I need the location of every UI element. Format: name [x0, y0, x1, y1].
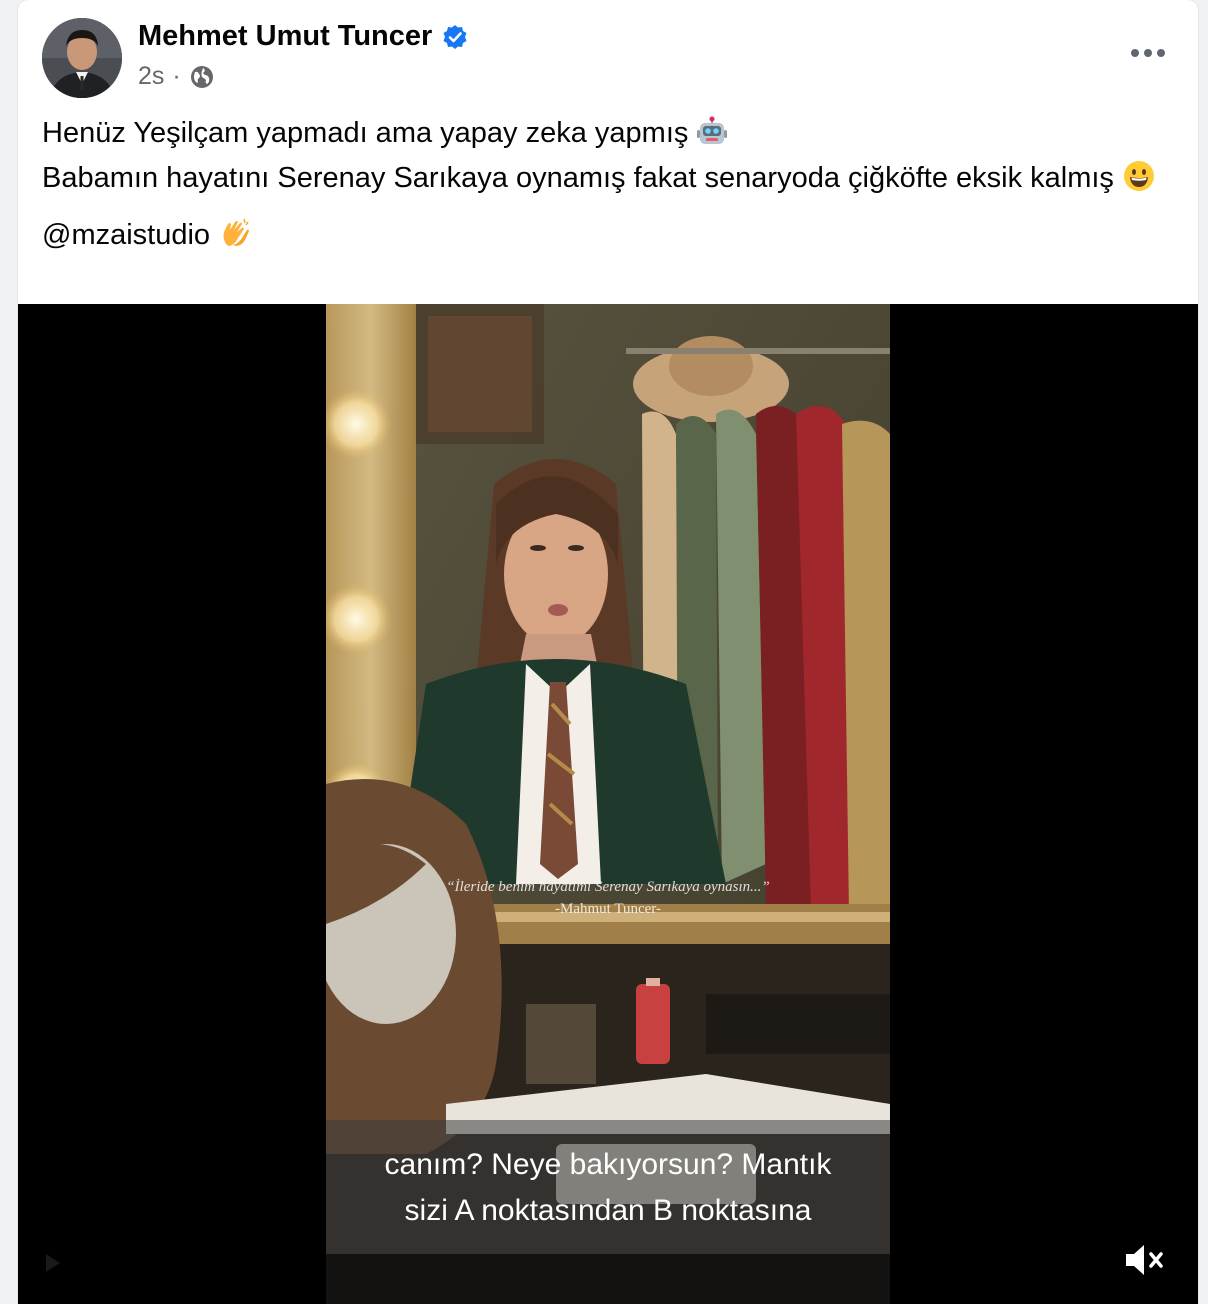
globe-icon[interactable] [189, 64, 215, 90]
author-avatar[interactable] [42, 18, 122, 98]
clapping-hands-emoji-icon [218, 216, 252, 261]
caption-line-1: canım? Neye bakıyorsun? Mantık [384, 1148, 832, 1181]
post-text-1: Henüz Yeşilçam yapmadı ama yapay zeka ya… [42, 117, 689, 149]
post-header: Mehmet Umut Tuncer 2s · [18, 0, 1198, 105]
post-mention-line: @mzaistudio [42, 216, 1182, 261]
grinning-face-emoji-icon [1122, 159, 1156, 204]
post-body: Henüz Yeşilçam yapmadı ama yapay zeka ya… [42, 114, 1182, 261]
more-options-button[interactable] [1126, 38, 1170, 68]
verified-badge-icon [443, 24, 467, 49]
post-time[interactable]: 2s [138, 62, 164, 91]
avatar-image [42, 18, 122, 98]
video-frame: “İleride benim hayatımı Serenay Sarıkaya… [326, 304, 890, 1304]
video-captions: canım? Neye bakıyorsun? Mantık sizi A no… [326, 1120, 890, 1254]
more-dot [1131, 49, 1139, 57]
post-card: Mehmet Umut Tuncer 2s · Henüz Yeşilçam y… [18, 0, 1198, 1304]
video-quote: “İleride benim hayatımı Serenay Sarıkaya… [326, 876, 890, 920]
meta-separator: · [172, 62, 181, 90]
post-text-2: Babamın hayatını Serenay Sarıkaya oynamı… [42, 162, 1114, 194]
more-dot [1144, 49, 1152, 57]
post-meta: 2s · [138, 62, 215, 91]
video-quote-text: “İleride benim hayatımı Serenay Sarıkaya… [446, 879, 770, 895]
post-text-line-2: Babamın hayatını Serenay Sarıkaya oynamı… [42, 159, 1182, 204]
author-name[interactable]: Mehmet Umut Tuncer [138, 20, 432, 53]
video-quote-signature: -Mahmut Tuncer- [555, 901, 661, 917]
author-name-row: Mehmet Umut Tuncer [138, 20, 468, 53]
mention-link[interactable]: @mzaistudio [42, 219, 210, 251]
muted-speaker-icon [1126, 1245, 1163, 1275]
video-controls-faded [46, 1248, 1146, 1278]
more-dot [1157, 49, 1165, 57]
play-icon [46, 1254, 60, 1272]
caption-line-2: sizi A noktasından B noktasına [404, 1194, 812, 1227]
post-text-line-1: Henüz Yeşilçam yapmadı ama yapay zeka ya… [42, 114, 1182, 159]
video-player[interactable]: “İleride benim hayatımı Serenay Sarıkaya… [18, 304, 1198, 1304]
mute-button[interactable] [1122, 1240, 1168, 1280]
robot-emoji-icon [696, 116, 728, 159]
